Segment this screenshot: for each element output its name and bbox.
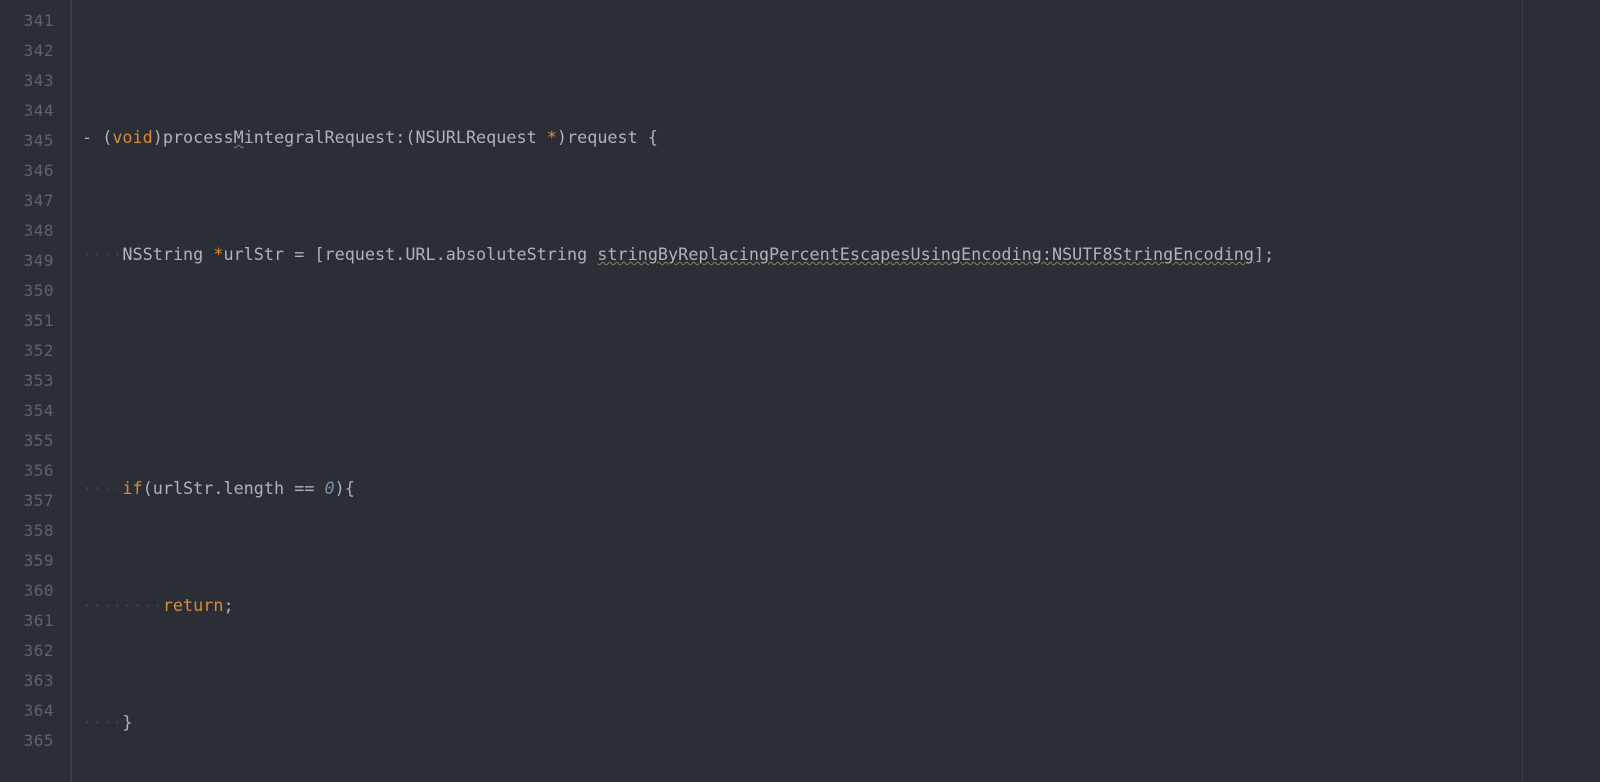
line-number: 360 [0,576,54,606]
line-number: 343 [0,66,54,96]
code-line[interactable]: - (void)processMintegralRequest:(NSURLRe… [82,122,1600,152]
line-number: 359 [0,546,54,576]
line-number: 350 [0,276,54,306]
code-editor[interactable]: 3413423433443453463473483493503513523533… [0,0,1600,782]
line-number: 345 [0,126,54,156]
line-number: 363 [0,666,54,696]
line-number: 342 [0,36,54,66]
line-number: 351 [0,306,54,336]
line-number: 365 [0,726,54,756]
line-number: 341 [0,6,54,36]
code-area[interactable]: - (void)processMintegralRequest:(NSURLRe… [72,0,1600,782]
line-number: 362 [0,636,54,666]
line-number-gutter: 3413423433443453463473483493503513523533… [0,0,70,782]
code-line[interactable] [82,356,1600,386]
line-number: 358 [0,516,54,546]
code-line[interactable]: ····NSString *urlStr = [request.URL.abso… [82,239,1600,269]
line-number: 353 [0,366,54,396]
line-number: 347 [0,186,54,216]
code-line[interactable]: ····if(urlStr.length == 0){ [82,473,1600,503]
line-number: 357 [0,486,54,516]
line-number: 355 [0,426,54,456]
line-number: 346 [0,156,54,186]
line-number: 348 [0,216,54,246]
code-line[interactable]: ····} [82,707,1600,737]
line-number: 361 [0,606,54,636]
line-number: 354 [0,396,54,426]
line-number: 344 [0,96,54,126]
line-number: 356 [0,456,54,486]
line-number: 349 [0,246,54,276]
code-line[interactable]: ········return; [82,590,1600,620]
line-number: 364 [0,696,54,726]
line-number: 352 [0,336,54,366]
